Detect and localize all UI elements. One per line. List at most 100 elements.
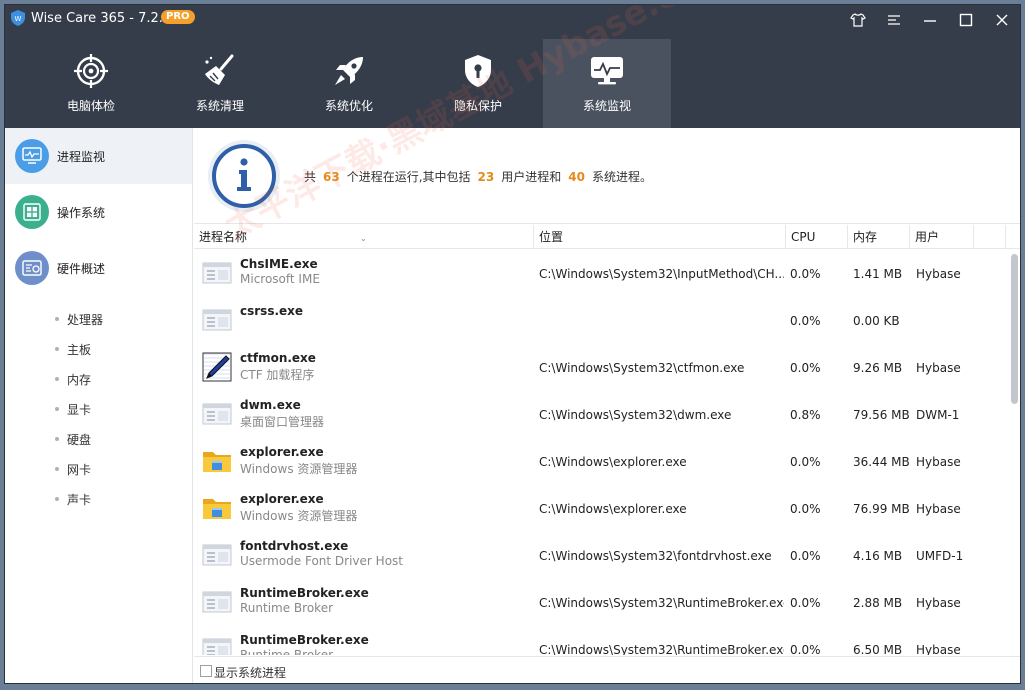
summary-mid2: 用户进程和 <box>501 170 562 184</box>
show-system-process-checkbox[interactable] <box>200 665 212 677</box>
process-user: Hybase <box>916 643 961 655</box>
summary-text: 共 63 个进程在运行,其中包括 23 用户进程和 40 系统进程。 <box>304 168 652 185</box>
scan-target-icon <box>74 54 108 88</box>
table-row[interactable]: explorer.exe Windows 资源管理器 C:\Windows\expl… <box>194 485 1006 532</box>
menu-button[interactable] <box>885 11 903 29</box>
process-user: Hybase <box>916 596 961 610</box>
sidebar-item-hardware[interactable]: 硬件概述 <box>5 240 192 296</box>
process-user: UMFD-1 <box>916 549 964 563</box>
folder-icon <box>202 446 232 476</box>
minimize-icon <box>924 20 936 22</box>
total-process-count: 63 <box>323 170 340 184</box>
vertical-scrollbar[interactable] <box>1008 250 1020 655</box>
nav-item-monitor[interactable]: 系统监视 <box>543 39 671 128</box>
app-title: Wise Care 365 - 7.2.5 <box>31 11 172 26</box>
skin-button[interactable] <box>849 11 867 29</box>
process-user: Hybase <box>916 267 961 281</box>
nav-label: 电脑体检 <box>66 99 115 113</box>
sidebar-item-os[interactable]: 操作系统 <box>5 184 192 240</box>
process-user: Hybase <box>916 502 961 516</box>
process-cpu: 0.0% <box>790 596 821 610</box>
windows-icon <box>23 203 41 221</box>
nav-item-privacy[interactable]: 隐私保护 <box>414 39 542 128</box>
user-process-count: 23 <box>477 170 495 184</box>
show-system-process-label[interactable]: 显示系统进程 <box>214 664 286 681</box>
app-window-icon <box>202 587 232 617</box>
app-window-icon <box>202 540 232 570</box>
process-description: 桌面窗口管理器 <box>240 415 325 429</box>
table-row[interactable]: ctfmon.exe CTF 加载程序 C:\Windows\System32\ct… <box>194 344 1006 391</box>
sidebar-label: 硬件概述 <box>57 261 106 276</box>
nav-item-checkup[interactable]: 电脑体检 <box>27 39 155 128</box>
app-window-icon <box>202 258 232 288</box>
bullet-dot <box>55 317 59 321</box>
main-nav: 电脑体检 系统清理 系统优化 隐私保护 系统监视 <box>5 39 1020 128</box>
table-row[interactable]: dwm.exe 桌面窗口管理器 C:\Windows\System32\dwm.ex… <box>194 391 1006 438</box>
maximize-icon <box>959 13 973 27</box>
table-row[interactable]: ChsIME.exe Microsoft IME C:\Windows\System… <box>194 250 1006 297</box>
table-row[interactable]: explorer.exe Windows 资源管理器 C:\Windows\expl… <box>194 438 1006 485</box>
menu-icon <box>888 15 900 25</box>
column-header-user[interactable]: 用户 <box>910 225 974 249</box>
app-window: W Wise Care 365 - 7.2.5 PRO 电脑体检 系统清理 系统… <box>4 4 1021 684</box>
rocket-icon <box>335 57 363 85</box>
process-memory: 0.00 KB <box>853 314 900 328</box>
process-description: Runtime Broker <box>240 648 334 655</box>
info-icon <box>208 140 280 212</box>
process-name: ChsIME.exe <box>240 257 318 271</box>
nav-item-clean[interactable]: 系统清理 <box>156 39 284 128</box>
column-header-cpu[interactable]: CPU <box>786 225 848 249</box>
sidebar-sub-label: 主板 <box>67 342 92 357</box>
sidebar-sub-disk[interactable]: 硬盘 <box>5 424 192 454</box>
process-location: C:\Windows\System32\dwm.exe <box>539 408 732 422</box>
sidebar-sub-cpu[interactable]: 处理器 <box>5 304 192 334</box>
maximize-button[interactable] <box>957 11 975 29</box>
table-row[interactable]: csrss.exe 0.0% 0.00 KB <box>194 297 1006 344</box>
process-cpu: 0.0% <box>790 643 821 655</box>
summary-suffix: 系统进程。 <box>591 170 652 184</box>
table-row[interactable]: RuntimeBroker.exe Runtime Broker C:\Window… <box>194 579 1006 626</box>
process-user: Hybase <box>916 361 961 375</box>
sidebar-sub-network[interactable]: 网卡 <box>5 454 192 484</box>
monitor-icon <box>22 147 42 164</box>
bullet-dot <box>55 347 59 351</box>
bullet-dot <box>55 407 59 411</box>
table-row[interactable]: fontdrvhost.exe Usermode Font Driver Host… <box>194 532 1006 579</box>
tshirt-icon <box>850 13 866 27</box>
sidebar-item-process-monitor[interactable]: 进程监视 <box>5 128 192 184</box>
side-icon-bg <box>15 195 49 229</box>
bullet-dot <box>55 377 59 381</box>
header-label: CPU <box>791 230 816 244</box>
scrollbar-thumb[interactable] <box>1011 254 1018 404</box>
process-name: ctfmon.exe <box>240 351 316 365</box>
process-memory: 2.88 MB <box>853 596 903 610</box>
broom-icon <box>205 54 234 85</box>
process-memory: 79.56 MB <box>853 408 910 422</box>
process-name: explorer.exe <box>240 445 324 459</box>
process-name: RuntimeBroker.exe <box>240 586 369 600</box>
bullet-dot <box>55 467 59 471</box>
process-cpu: 0.0% <box>790 455 821 469</box>
close-button[interactable] <box>993 11 1011 29</box>
bullet-dot <box>55 497 59 501</box>
sidebar-sub-label: 硬盘 <box>67 432 92 447</box>
monitor-icon <box>591 57 623 85</box>
sidebar-sub-sound[interactable]: 声卡 <box>5 484 192 514</box>
process-cpu: 0.8% <box>790 408 821 422</box>
process-location: C:\Windows\System32\fontdrvhost.exe <box>539 549 772 563</box>
process-memory: 9.26 MB <box>853 361 903 375</box>
nav-item-optimize[interactable]: 系统优化 <box>285 39 413 128</box>
column-header-memory[interactable]: 内存 <box>848 225 910 249</box>
minimize-button[interactable] <box>921 11 939 29</box>
title-bar[interactable]: W Wise Care 365 - 7.2.5 PRO <box>5 5 1020 33</box>
sidebar-sub-motherboard[interactable]: 主板 <box>5 334 192 364</box>
process-list[interactable]: ChsIME.exe Microsoft IME C:\Windows\System… <box>194 250 1006 655</box>
table-row[interactable]: RuntimeBroker.exe Runtime Broker C:\Window… <box>194 626 1006 655</box>
process-user: DWM-1 <box>916 408 960 422</box>
sidebar-sub-memory[interactable]: 内存 <box>5 364 192 394</box>
sidebar-sub-label: 声卡 <box>67 492 92 507</box>
sidebar-sub-gpu[interactable]: 显卡 <box>5 394 192 424</box>
process-name: fontdrvhost.exe <box>240 539 349 553</box>
column-header-name[interactable]: 进程名称 ⌄ <box>194 225 534 249</box>
column-header-location[interactable]: 位置 <box>534 225 786 249</box>
